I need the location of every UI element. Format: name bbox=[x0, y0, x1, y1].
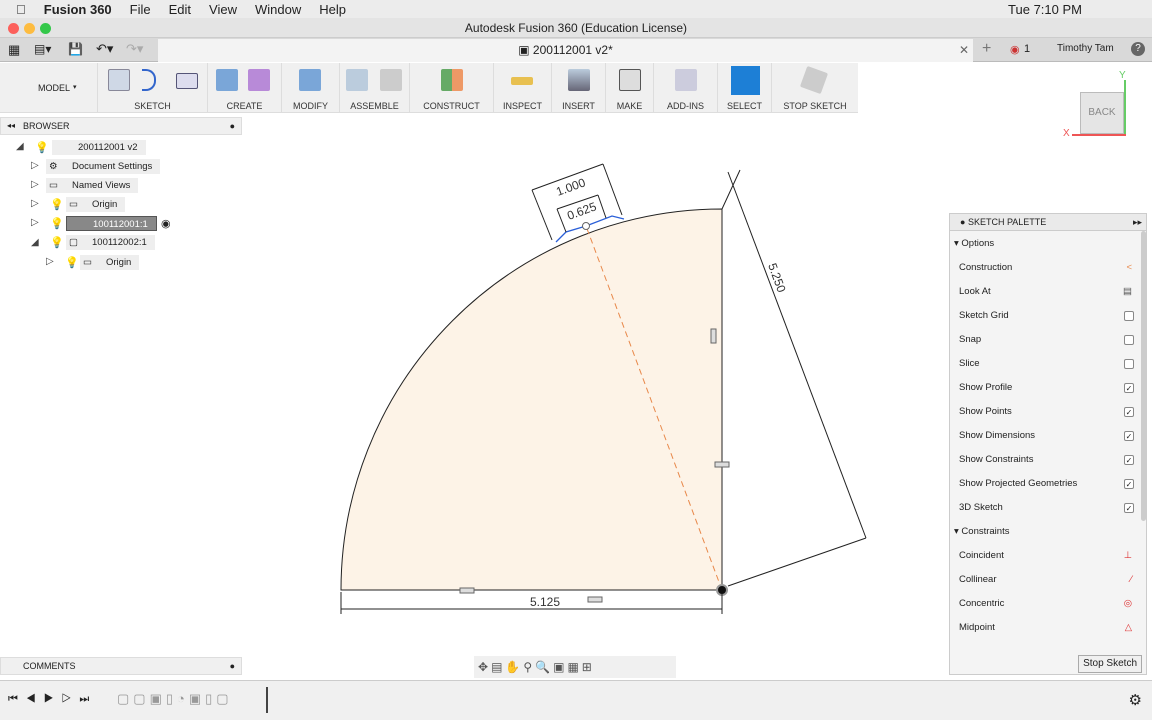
checkbox[interactable]: ✓ bbox=[1124, 407, 1134, 417]
dimension-diagonal[interactable]: 5.250 bbox=[765, 261, 789, 294]
palette-option[interactable]: Snap bbox=[959, 328, 1134, 352]
constraints-section-toggle[interactable]: ▾ Constraints bbox=[954, 526, 1009, 537]
construction-icon[interactable]: < bbox=[1126, 256, 1132, 280]
option-label: Show Points bbox=[959, 406, 1012, 417]
option-label: Construction bbox=[959, 262, 1013, 273]
constraint-coincident[interactable]: Coincident ⊥ bbox=[959, 544, 1134, 568]
add-comment-icon[interactable]: ● bbox=[230, 658, 235, 674]
checkbox[interactable]: ✓ bbox=[1124, 503, 1134, 513]
grid-icon[interactable]: ▦ bbox=[567, 660, 581, 674]
constraint-midpoint[interactable]: Midpoint △ bbox=[959, 616, 1134, 640]
checkbox[interactable]: ✓ bbox=[1124, 455, 1134, 465]
zoom-icon[interactable]: ⚲ bbox=[523, 660, 535, 674]
parallel-constraint-icon[interactable] bbox=[714, 461, 730, 468]
palette-option[interactable]: Sketch Grid bbox=[959, 304, 1134, 328]
constraint-label: Midpoint bbox=[959, 622, 995, 633]
dimension-slot-length[interactable]: 1.000 bbox=[554, 175, 587, 199]
sketch-point[interactable] bbox=[582, 222, 590, 230]
constraint-label: Concentric bbox=[959, 598, 1005, 609]
constraint-label: Coincident bbox=[959, 550, 1004, 561]
prev-icon[interactable]: ◀ bbox=[26, 693, 44, 705]
palette-option[interactable]: Show Points ✓ bbox=[959, 400, 1134, 424]
pan-icon[interactable]: ✋ bbox=[505, 660, 523, 674]
checkbox[interactable]: ✓ bbox=[1124, 479, 1134, 489]
option-label: 3D Sketch bbox=[959, 502, 1003, 513]
navigation-bar: ✥▤✋⚲🔍▣▦⊞ bbox=[474, 656, 676, 678]
option-label: Sketch Grid bbox=[959, 310, 1009, 321]
option-label: Slice bbox=[959, 358, 980, 369]
palette-option[interactable]: Look At ▤ bbox=[959, 280, 1134, 304]
sketch-palette: ● SKETCH PALETTE ▸▸ ▾ Options Constructio… bbox=[949, 213, 1147, 675]
option-label: Show Projected Geometries bbox=[959, 478, 1078, 489]
comments-panel[interactable]: COMMENTS ● bbox=[0, 657, 242, 675]
palette-option[interactable]: Show Dimensions ✓ bbox=[959, 424, 1134, 448]
palette-option[interactable]: Show Constraints ✓ bbox=[959, 448, 1134, 472]
sketch-profile[interactable] bbox=[340, 208, 723, 591]
palette-option[interactable]: Show Projected Geometries ✓ bbox=[959, 472, 1134, 496]
timeline: ⏮◀▶▷⏭ ▢▢▣▯◔▣▯▢ ⚙ bbox=[0, 680, 1152, 720]
coincident-icon: ⊥ bbox=[1123, 550, 1132, 561]
option-label: Snap bbox=[959, 334, 982, 345]
midpoint-icon: △ bbox=[1124, 622, 1132, 633]
display-settings-icon[interactable]: ▣ bbox=[553, 660, 567, 674]
palette-title: SKETCH PALETTE bbox=[967, 217, 1047, 227]
option-label: Show Constraints bbox=[959, 454, 1034, 465]
option-label: Show Profile bbox=[959, 382, 1013, 393]
constraint-label: Collinear bbox=[959, 574, 997, 585]
checkbox[interactable] bbox=[1124, 359, 1134, 369]
palette-scrollbar[interactable] bbox=[1141, 231, 1146, 521]
checkbox[interactable] bbox=[1124, 311, 1134, 321]
fix-constraint-icon[interactable] bbox=[587, 596, 603, 603]
viewports-icon[interactable]: ⊞ bbox=[582, 660, 595, 674]
look-at-icon[interactable]: ▤ bbox=[491, 660, 505, 674]
last-icon[interactable]: ⏭ bbox=[79, 693, 97, 705]
orbit-icon[interactable]: ✥ bbox=[478, 660, 491, 674]
palette-option[interactable]: 3D Sketch ✓ bbox=[959, 496, 1134, 520]
options-header: Options bbox=[961, 238, 995, 249]
stop-sketch-button[interactable]: Stop Sketch bbox=[1078, 655, 1142, 673]
dimension-bottom[interactable]: 5.125 bbox=[530, 595, 560, 609]
first-icon[interactable]: ⏮ bbox=[8, 693, 26, 705]
play-icon[interactable]: ▶ bbox=[44, 693, 62, 705]
timeline-features[interactable]: ▢▢▣▯◔▣▯▢ bbox=[117, 691, 233, 707]
timeline-playback-controls[interactable]: ⏮◀▶▷⏭ bbox=[8, 693, 97, 706]
comments-title: COMMENTS bbox=[23, 661, 76, 671]
look-at-icon[interactable]: ▤ bbox=[1123, 280, 1132, 304]
expand-palette-icon[interactable]: ▸▸ bbox=[1133, 214, 1142, 231]
collinear-icon: ⁄ bbox=[1130, 574, 1132, 585]
palette-header: ● SKETCH PALETTE ▸▸ bbox=[950, 214, 1146, 231]
constraint-concentric[interactable]: Concentric ◎ bbox=[959, 592, 1134, 616]
palette-option[interactable]: Construction < bbox=[959, 256, 1134, 280]
origin-point[interactable] bbox=[716, 584, 728, 596]
settings-gear-icon[interactable]: ⚙ bbox=[1129, 691, 1142, 709]
concentric-icon: ◎ bbox=[1123, 598, 1132, 609]
checkbox[interactable] bbox=[1124, 335, 1134, 345]
palette-option[interactable]: Slice bbox=[959, 352, 1134, 376]
options-section-toggle[interactable]: ▾ Options bbox=[954, 238, 994, 249]
constraints-header: Constraints bbox=[961, 526, 1010, 537]
option-label: Look At bbox=[959, 286, 991, 297]
palette-option[interactable]: Show Profile ✓ bbox=[959, 376, 1134, 400]
constraint-collinear[interactable]: Collinear ⁄ bbox=[959, 568, 1134, 592]
checkbox[interactable]: ✓ bbox=[1124, 383, 1134, 393]
option-label: Show Dimensions bbox=[959, 430, 1036, 441]
dimension-slot-width[interactable]: 0.625 bbox=[565, 199, 598, 223]
vertical-constraint-icon[interactable] bbox=[710, 328, 717, 344]
fit-icon[interactable]: 🔍 bbox=[535, 660, 553, 674]
checkbox[interactable]: ✓ bbox=[1124, 431, 1134, 441]
horizontal-constraint-icon[interactable] bbox=[459, 587, 475, 594]
next-icon[interactable]: ▷ bbox=[62, 693, 80, 705]
timeline-marker[interactable] bbox=[266, 687, 268, 713]
